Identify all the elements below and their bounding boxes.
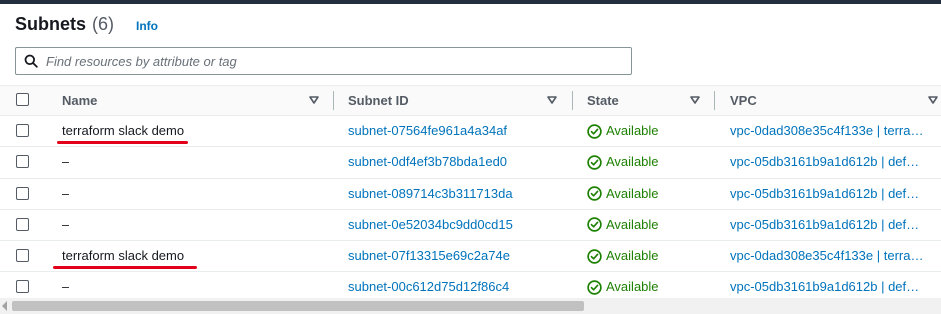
- state-status: Available: [587, 241, 659, 271]
- column-header-name[interactable]: Name: [62, 86, 97, 115]
- state-label: Available: [606, 123, 659, 138]
- red-underline-annotation: [57, 141, 188, 144]
- subnet-id-link[interactable]: subnet-0e52034bc9dd0cd15: [348, 210, 513, 240]
- vpc-link[interactable]: vpc-05db3161b9a1d612b | def…: [730, 210, 941, 240]
- row-checkbox[interactable]: [16, 249, 29, 263]
- search-box[interactable]: [15, 47, 632, 75]
- row-checkbox[interactable]: [16, 186, 29, 200]
- state-label: Available: [606, 216, 659, 232]
- subnet-id-link[interactable]: subnet-089714c3b311713da: [348, 179, 513, 209]
- subnet-name: –: [62, 154, 70, 170]
- table-row[interactable]: terraform slack demo subnet-07564fe961a4…: [0, 116, 941, 148]
- row-checkbox[interactable]: [16, 155, 29, 169]
- check-circle-icon: [587, 248, 602, 264]
- subnet-id-link[interactable]: subnet-07f13315e69c2a74e: [348, 241, 510, 271]
- column-header-vpc[interactable]: VPC: [730, 86, 757, 115]
- row-checkbox[interactable]: [16, 124, 29, 137]
- caret-down-icon[interactable]: [309, 95, 319, 105]
- scroll-left-arrow-icon[interactable]: [2, 301, 7, 311]
- table-header: Name Subnet ID State VPC: [0, 85, 941, 116]
- state-label: Available: [606, 248, 659, 264]
- caret-down-icon[interactable]: [547, 95, 557, 105]
- resource-count: (6): [92, 14, 115, 34]
- column-header-subnet-id[interactable]: Subnet ID: [348, 86, 409, 115]
- check-circle-icon: [587, 186, 602, 201]
- state-label: Available: [606, 185, 659, 201]
- state-status: Available: [587, 179, 659, 209]
- vpc-link[interactable]: vpc-0dad308e35c4f133e | terra…: [730, 116, 941, 146]
- search-icon: [24, 54, 38, 68]
- check-circle-icon: [587, 123, 602, 139]
- state-status: Available: [587, 210, 659, 240]
- column-divider[interactable]: [572, 91, 573, 110]
- table-row[interactable]: – subnet-0e52034bc9dd0cd15 Available vpc…: [0, 210, 941, 242]
- search-input[interactable]: [46, 53, 606, 69]
- subnet-id-link[interactable]: subnet-07564fe961a4a34af: [348, 116, 507, 146]
- column-header-state[interactable]: State: [587, 86, 619, 115]
- vpc-link[interactable]: vpc-05db3161b9a1d612b | def…: [730, 179, 941, 209]
- table-row[interactable]: – subnet-089714c3b311713da Available vpc…: [0, 179, 941, 210]
- row-checkbox[interactable]: [16, 217, 29, 231]
- select-all-checkbox[interactable]: [16, 93, 29, 106]
- vpc-link[interactable]: vpc-05db3161b9a1d612b | def…: [730, 147, 941, 177]
- column-divider[interactable]: [714, 91, 715, 110]
- table-row[interactable]: terraform slack demo subnet-07f13315e69c…: [0, 241, 941, 273]
- subnet-id-link[interactable]: subnet-0df4ef3b78bda1ed0: [348, 147, 507, 177]
- top-bar: [0, 0, 941, 4]
- vpc-link[interactable]: vpc-0dad308e35c4f133e | terra…: [730, 241, 941, 271]
- horizontal-scrollbar[interactable]: [0, 298, 941, 314]
- check-circle-icon: [587, 280, 602, 295]
- check-circle-icon: [587, 155, 602, 170]
- page-header: Subnets (6) Info: [15, 14, 158, 42]
- state-status: Available: [587, 116, 659, 146]
- info-link[interactable]: Info: [136, 19, 158, 33]
- caret-down-icon[interactable]: [928, 95, 938, 105]
- state-status: Available: [587, 147, 659, 177]
- table-row[interactable]: – subnet-0df4ef3b78bda1ed0 Available vpc…: [0, 147, 941, 179]
- subnet-name: –: [62, 185, 70, 201]
- red-underline-annotation: [53, 266, 197, 270]
- column-divider[interactable]: [333, 91, 334, 110]
- check-circle-icon: [587, 217, 602, 233]
- scrollbar-thumb[interactable]: [12, 301, 584, 311]
- page-title: Subnets: [15, 14, 87, 34]
- state-label: Available: [606, 154, 659, 170]
- row-checkbox[interactable]: [16, 280, 29, 294]
- subnet-name: –: [62, 216, 70, 232]
- caret-down-icon[interactable]: [690, 95, 700, 105]
- subnets-table: Name Subnet ID State VPC terraform slack…: [0, 85, 941, 304]
